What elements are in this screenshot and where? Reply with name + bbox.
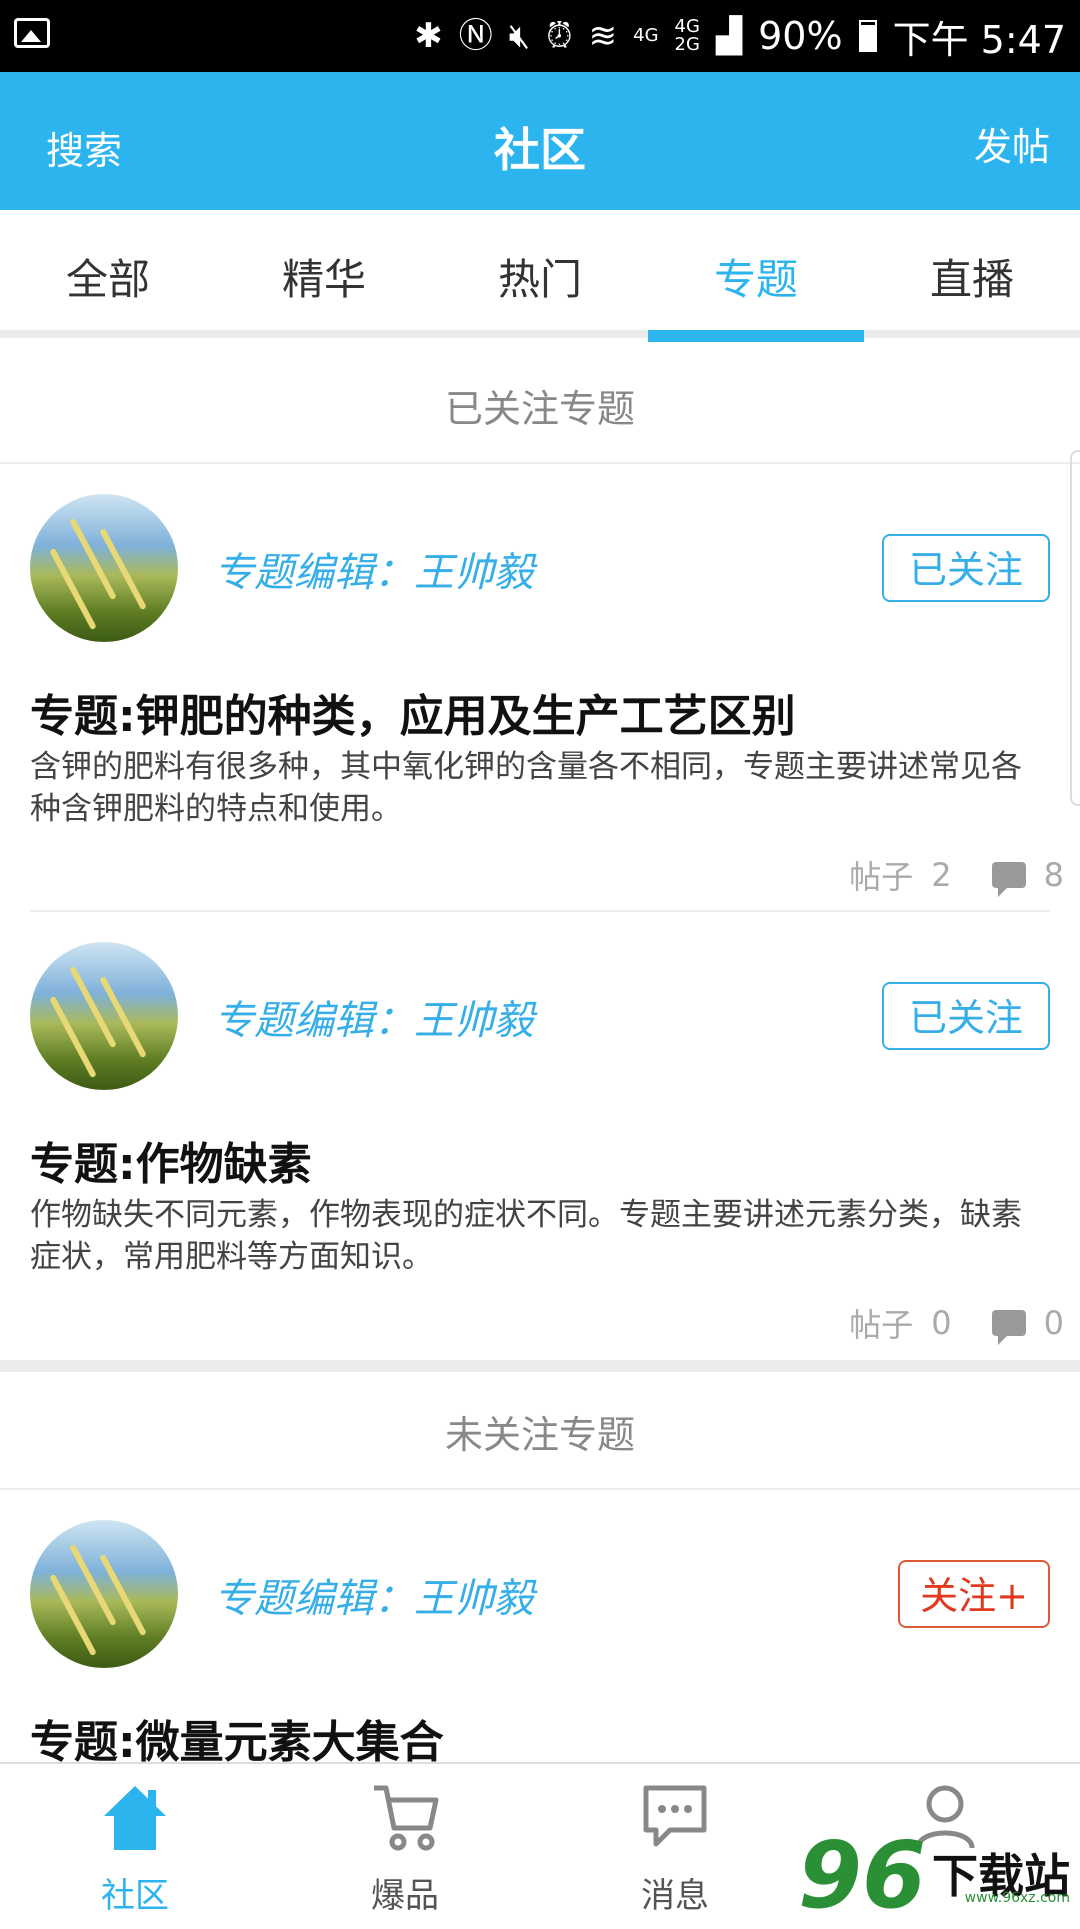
watermark-logo: 96 下载站 www.96xz.com [798, 1830, 1070, 1922]
comment-icon [991, 862, 1026, 897]
posts-count: 2 [931, 856, 952, 894]
followed-button[interactable]: 已关注 [882, 534, 1050, 602]
tab-bar: 全部 精华 热门 专题 直播 [0, 210, 1080, 342]
alarm-icon: ⏰︎ [546, 16, 573, 56]
topic-description: 作物缺失不同元素，作物表现的症状不同。专题主要讲述元素分类，缺素症状，常用肥料等… [30, 1197, 1022, 1275]
scroll-indicator[interactable] [1070, 450, 1080, 806]
tab-hot[interactable]: 热门 [432, 246, 648, 307]
nav-label: 消息 [641, 1876, 709, 1916]
battery-icon [858, 20, 877, 52]
bluetooth-icon: ✱ [414, 16, 443, 56]
comments-count: 8 [1043, 856, 1064, 894]
unfollowed-section-title: 未关注专题 [444, 1413, 635, 1457]
page-title: 社区 [494, 123, 586, 177]
nav-products[interactable]: 爆品 [270, 1764, 540, 1922]
avatar [30, 494, 178, 642]
topic-card[interactable]: 专题编辑：王帅毅 关注+ 专题:微量元素大集合 [0, 1490, 1080, 1762]
mute-icon: 🔇︎ [508, 16, 531, 56]
posts-label: 帖子 [849, 858, 914, 896]
followed-section-title: 已关注专题 [444, 387, 635, 431]
section-separator [0, 1360, 1080, 1372]
watermark-url: www.96xz.com [964, 1890, 1070, 1906]
tab-featured[interactable]: 精华 [216, 246, 432, 307]
follow-button[interactable]: 关注+ [898, 1560, 1050, 1628]
home-icon [104, 1786, 166, 1850]
nav-community[interactable]: 社区 [0, 1764, 270, 1922]
tab-topics[interactable]: 专题 [648, 246, 864, 307]
active-tab-indicator [648, 330, 864, 342]
posts-count: 0 [931, 1304, 952, 1342]
gallery-icon [14, 18, 50, 48]
wifi-icon: ≋ [588, 16, 618, 56]
topic-card[interactable]: 专题编辑：王帅毅 已关注 专题:作物缺素 作物缺失不同元素，作物表现的症状不同。… [0, 912, 1080, 1360]
avatar [30, 942, 178, 1090]
battery-percent: 90% [758, 14, 843, 58]
network-type-dual: 4G 2G [674, 16, 700, 55]
post-button[interactable]: 发帖 [974, 116, 1050, 171]
status-time: 下午 5:47 [892, 17, 1066, 62]
topic-editor: 专题编辑：王帅毅 [214, 550, 534, 596]
topic-editor: 专题编辑：王帅毅 [214, 998, 534, 1044]
topic-stats: 帖子 0 0 [849, 1300, 1064, 1346]
message-icon [643, 1785, 707, 1847]
tab-divider [0, 330, 1080, 338]
watermark-number: 96 [797, 1822, 926, 1929]
topic-description: 含钾的肥料有很多种，其中氧化钾的含量各不相同，专题主要讲述常见各种含钾肥料的特点… [30, 749, 1022, 827]
comment-icon [991, 1310, 1026, 1345]
topic-card[interactable]: 专题编辑：王帅毅 已关注 专题:钾肥的种类，应用及生产工艺区别 含钾的肥料有很多… [0, 464, 1080, 912]
topic-title: 专题:作物缺素 [30, 1139, 312, 1190]
nav-label: 社区 [101, 1876, 169, 1916]
nav-label: 爆品 [371, 1876, 439, 1916]
topic-editor: 专题编辑：王帅毅 [214, 1576, 534, 1622]
status-bar-right: ✱ Ⓝ 🔇︎ ⏰︎ ≋ 4G 4G 2G ▟ 90% 下午 5:47 [414, 0, 1066, 72]
tab-live[interactable]: 直播 [864, 246, 1080, 307]
network-type: 4G [633, 25, 659, 46]
app-header: 搜索 社区 发帖 [0, 72, 1080, 210]
nav-messages[interactable]: 消息 [540, 1764, 810, 1922]
status-bar: ✱ Ⓝ 🔇︎ ⏰︎ ≋ 4G 4G 2G ▟ 90% 下午 5:47 [0, 0, 1080, 72]
posts-label: 帖子 [849, 1306, 914, 1344]
cart-icon [374, 1785, 439, 1851]
tab-all[interactable]: 全部 [0, 246, 216, 307]
topic-title: 专题:钾肥的种类，应用及生产工艺区别 [30, 691, 796, 742]
nfc-icon: Ⓝ [458, 16, 493, 56]
signal-icon: ▟ [715, 16, 743, 56]
avatar [30, 1520, 178, 1668]
comments-count: 0 [1043, 1304, 1064, 1342]
followed-button[interactable]: 已关注 [882, 982, 1050, 1050]
topic-stats: 帖子 2 8 [849, 852, 1064, 898]
topic-title: 专题:微量元素大集合 [30, 1717, 444, 1762]
